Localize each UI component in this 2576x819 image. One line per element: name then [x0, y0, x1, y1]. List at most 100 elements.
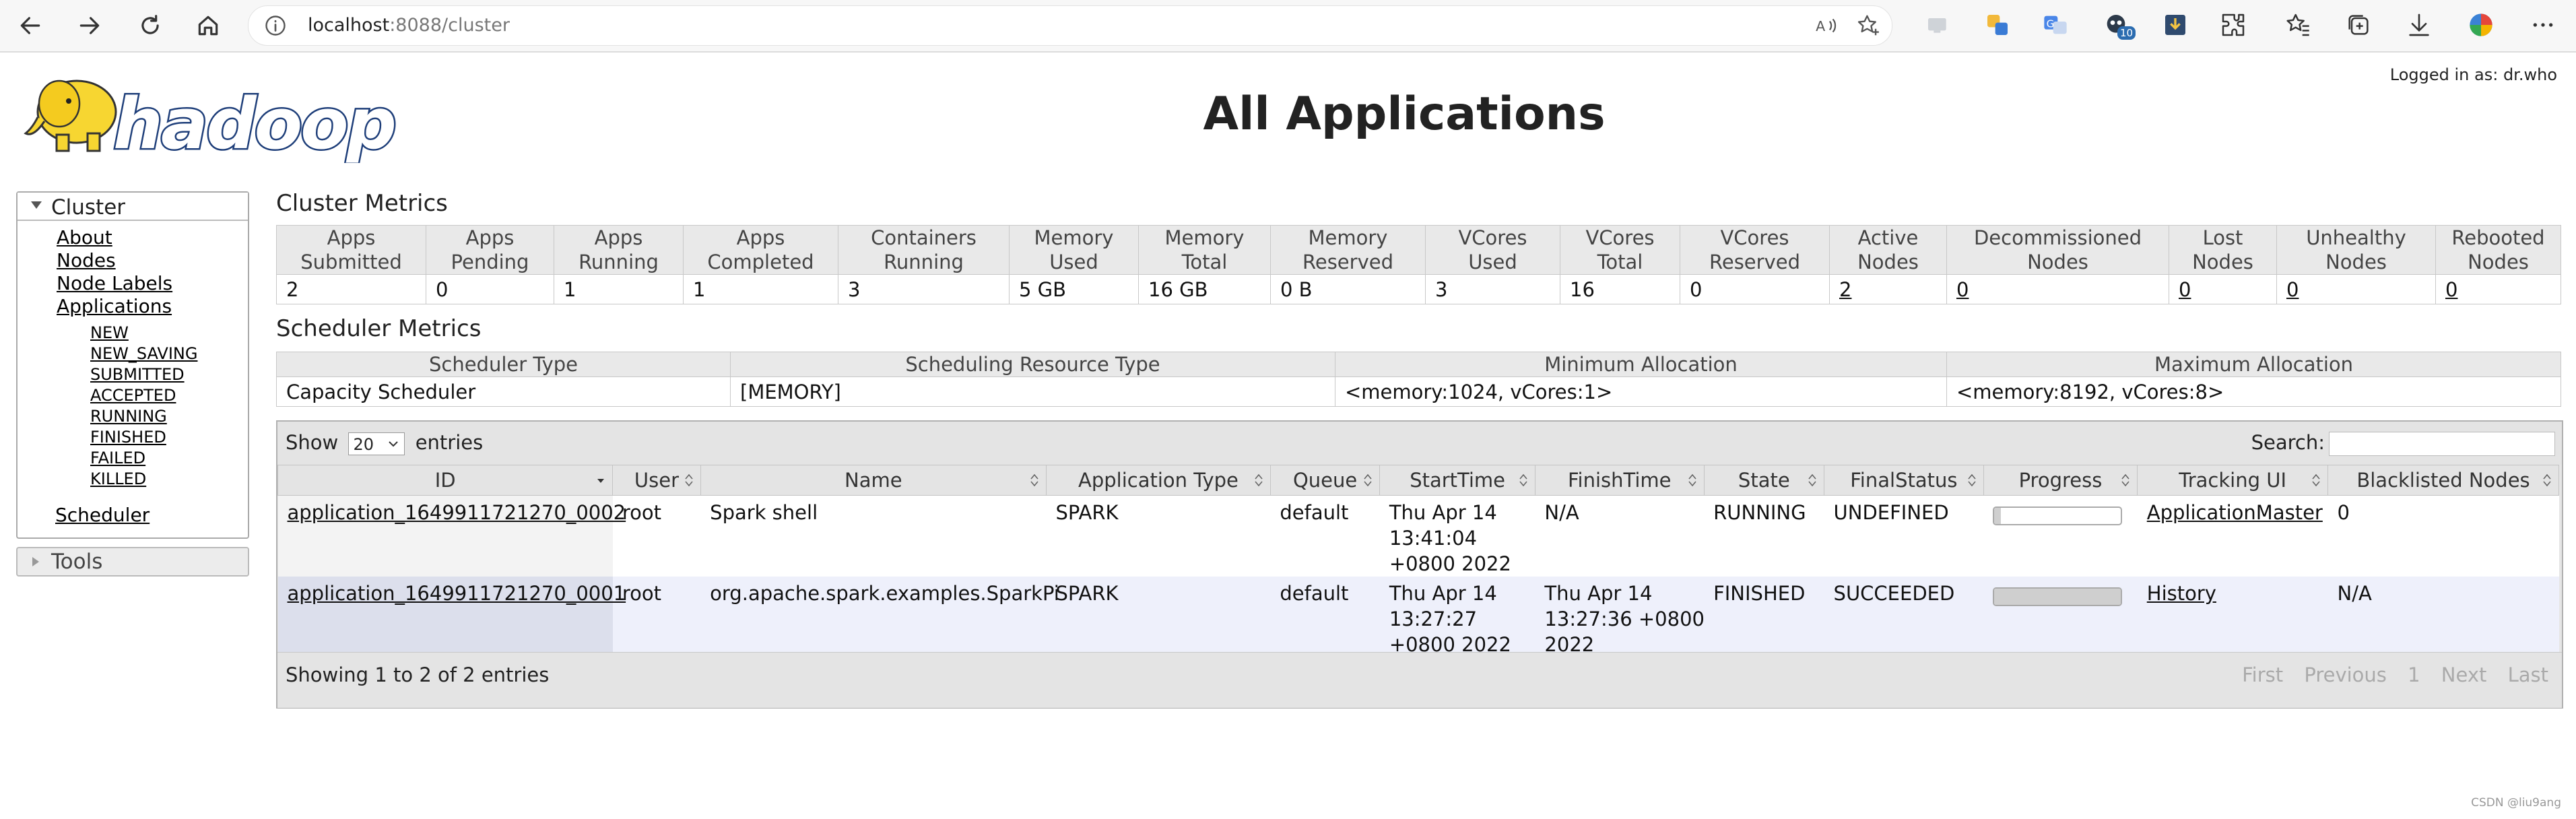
- cluster-value-active-nodes[interactable]: 2: [1829, 274, 1947, 304]
- app-id-link[interactable]: application_1649911721270_0002: [288, 501, 626, 524]
- sidebar-tools-header[interactable]: Tools: [16, 547, 249, 577]
- menu-button[interactable]: [2527, 9, 2559, 41]
- favorites-button[interactable]: [2282, 9, 2314, 41]
- extension-google-translate-button[interactable]: G: [2039, 9, 2072, 41]
- sidebar-item-node-labels[interactable]: Node Labels: [57, 272, 172, 294]
- app-state: RUNNING: [1713, 501, 1806, 524]
- column-header-queue[interactable]: Queue: [1269, 465, 1381, 496]
- column-header-state[interactable]: State: [1703, 465, 1825, 496]
- pager-last[interactable]: Last: [2508, 663, 2548, 686]
- cluster-header-line: Memory: [1308, 226, 1388, 249]
- sidebar-item-nodes[interactable]: Nodes: [57, 249, 116, 271]
- cluster-value-unhealthy-nodes[interactable]: 0: [2276, 274, 2436, 304]
- extension-reader-button[interactable]: [1922, 9, 1954, 41]
- start-time-line: 13:27:27: [1389, 608, 1478, 630]
- cluster-header-line: VCores: [1458, 226, 1527, 249]
- column-header-application-type[interactable]: Application Type: [1046, 465, 1271, 496]
- home-button[interactable]: [190, 8, 226, 43]
- column-header-progress[interactable]: Progress: [1983, 465, 2138, 496]
- info-icon[interactable]: [263, 13, 288, 38]
- cluster-value-decommissioned-nodes[interactable]: 0: [1946, 274, 2169, 304]
- address-bar[interactable]: localhost:8088/cluster A: [248, 5, 1892, 46]
- column-header-name[interactable]: Name: [700, 465, 1047, 496]
- forward-button[interactable]: [71, 8, 108, 43]
- cluster-header-decommissioned-nodes: Decommissioned Nodes: [1946, 225, 2169, 275]
- column-header-blacklisted-nodes[interactable]: Blacklisted Nodes: [2327, 465, 2559, 496]
- column-header-tracking-ui[interactable]: Tracking UI: [2137, 465, 2329, 496]
- url-text[interactable]: localhost:8088/cluster: [308, 15, 510, 36]
- sidebar-state-accepted[interactable]: ACCEPTED: [90, 386, 176, 405]
- downloads-button[interactable]: [2403, 9, 2435, 41]
- column-header-finishtime[interactable]: FinishTime: [1534, 465, 1705, 496]
- extension-translate-button[interactable]: [1981, 9, 2014, 41]
- app-queue-cell: default: [1270, 577, 1380, 657]
- sort-icon: [2312, 473, 2320, 487]
- cluster-value-lost-nodes[interactable]: 0: [2169, 274, 2277, 304]
- cluster-header-line: Reserved: [1709, 251, 1800, 273]
- cluster-header-memory-used: Memory Used: [1009, 225, 1139, 275]
- page-size-select[interactable]: 20: [348, 432, 405, 455]
- table-toolbar: Show 20 entries Search:: [277, 422, 2562, 465]
- sidebar-state-running[interactable]: RUNNING: [90, 407, 167, 426]
- sidebar-state-killed[interactable]: KILLED: [90, 469, 146, 488]
- extensions-button[interactable]: [2217, 9, 2249, 41]
- sidebar-state-new[interactable]: NEW: [90, 323, 129, 342]
- start-time-line: +0800 2022: [1389, 552, 1511, 575]
- app-finish-cell: Thu Apr 14 13:27:36 +0800 2022: [1535, 577, 1705, 657]
- pager-previous[interactable]: Previous: [2304, 663, 2387, 686]
- cluster-value-vcores-reserved: 0: [1680, 274, 1830, 304]
- app-tracking-ui-cell[interactable]: History: [2137, 577, 2328, 657]
- page-title: All Applications: [1203, 88, 1606, 141]
- sort-desc-icon: [597, 479, 605, 483]
- progress-fill: [1994, 589, 2121, 605]
- sort-icon: [1519, 473, 1527, 487]
- search-input[interactable]: [2329, 432, 2555, 456]
- sidebar-item-scheduler[interactable]: Scheduler: [55, 504, 150, 526]
- pager-next[interactable]: Next: [2441, 663, 2487, 686]
- cluster-value-text: 3: [848, 277, 861, 301]
- read-aloud-icon[interactable]: A: [1814, 13, 1839, 38]
- favorite-add-icon[interactable]: [1855, 13, 1881, 38]
- cluster-value-text: 0: [436, 277, 449, 301]
- sidebar-state-failed[interactable]: FAILED: [90, 449, 145, 467]
- pager-first[interactable]: First: [2242, 663, 2283, 686]
- cluster-value-text: 0 B: [1280, 277, 1313, 301]
- sidebar-state-finished[interactable]: FINISHED: [90, 428, 166, 447]
- sidebar-item-applications[interactable]: Applications: [57, 295, 172, 317]
- cluster-header-line: Apps: [465, 226, 515, 249]
- pager-page-1[interactable]: 1: [2408, 663, 2420, 686]
- extension-counter-button[interactable]: 10: [2100, 9, 2136, 41]
- cluster-value-text[interactable]: 0: [2445, 278, 2457, 301]
- cluster-header-line: Nodes: [1857, 251, 1919, 273]
- column-header-starttime[interactable]: StartTime: [1379, 465, 1535, 496]
- app-id-link[interactable]: application_1649911721270_0001: [288, 582, 626, 605]
- cluster-header-line: VCores: [1720, 226, 1789, 249]
- cluster-value-text: 0: [1690, 277, 1703, 301]
- cluster-value-rebooted-nodes[interactable]: 0: [2435, 274, 2561, 304]
- sidebar-state-new-saving[interactable]: NEW_SAVING: [90, 344, 197, 363]
- column-header-id[interactable]: ID: [277, 465, 614, 496]
- cluster-value-text[interactable]: 0: [2286, 278, 2299, 301]
- cluster-header-line: Lost: [2202, 226, 2243, 249]
- cluster-header-line: Nodes: [2325, 251, 2387, 273]
- column-header-user[interactable]: User: [612, 465, 701, 496]
- cluster-value-text[interactable]: 0: [1956, 278, 1969, 301]
- collections-button[interactable]: [2342, 9, 2375, 41]
- sidebar-item-about[interactable]: About: [57, 226, 112, 249]
- app-blacklisted-nodes: N/A: [2337, 582, 2372, 605]
- refresh-button[interactable]: [132, 8, 168, 43]
- sidebar-cluster-header[interactable]: Cluster: [18, 193, 248, 221]
- back-button[interactable]: [12, 8, 48, 43]
- app-tracking-ui-cell[interactable]: ApplicationMaster: [2137, 495, 2328, 577]
- cluster-value-text[interactable]: 2: [1839, 278, 1851, 301]
- profile-button[interactable]: [2465, 9, 2497, 41]
- column-header-finalstatus[interactable]: FinalStatus: [1824, 465, 1984, 496]
- cluster-value-text[interactable]: 0: [2179, 278, 2191, 301]
- app-id-cell[interactable]: application_1649911721270_0001: [277, 577, 626, 657]
- app-id-cell[interactable]: application_1649911721270_0002: [277, 495, 626, 577]
- tracking-ui-link[interactable]: History: [2147, 582, 2216, 605]
- sidebar-state-submitted[interactable]: SUBMITTED: [90, 365, 185, 384]
- tracking-ui-link[interactable]: ApplicationMaster: [2147, 501, 2323, 524]
- extension-downloader-button[interactable]: [2159, 9, 2191, 41]
- app-progress-cell: [1983, 495, 2138, 577]
